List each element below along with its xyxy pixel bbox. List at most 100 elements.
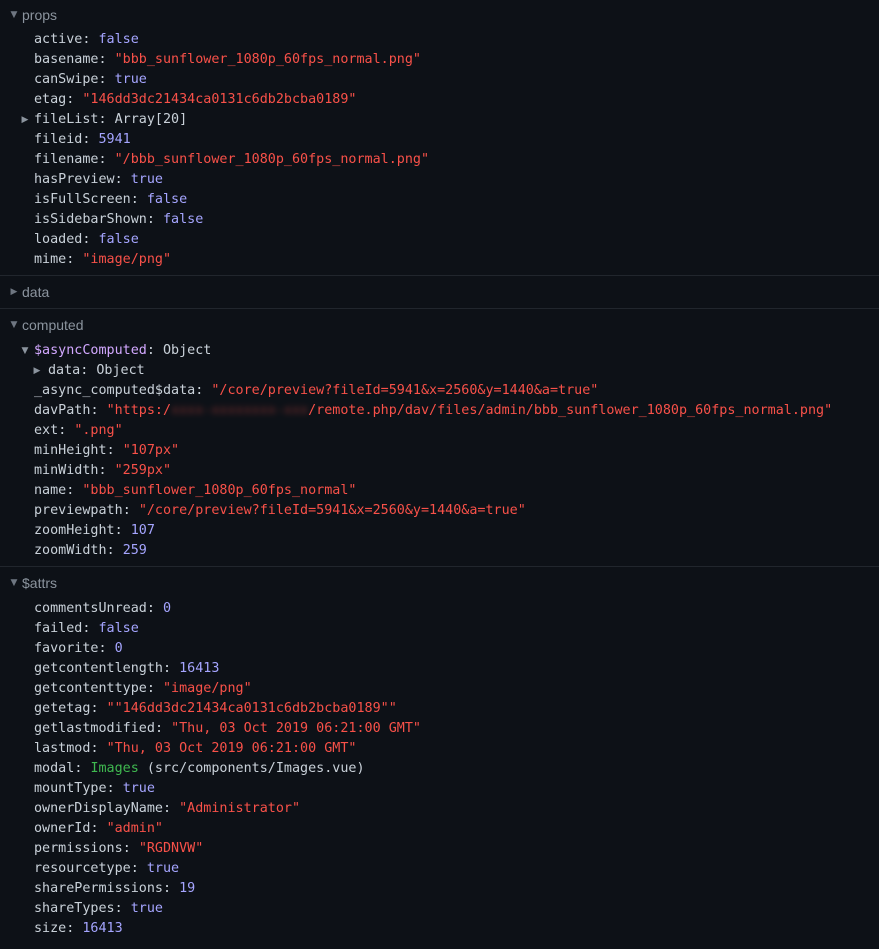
- property-value: true: [130, 172, 163, 187]
- key-separator: :: [82, 132, 99, 147]
- property-value: "image/png": [163, 681, 252, 696]
- property-row-mountType: mountType: true: [0, 779, 879, 799]
- property-row-fileid: fileid: 5941: [0, 130, 879, 150]
- key-separator: :: [146, 212, 163, 227]
- property-key: filename: [34, 152, 99, 167]
- data-section: ▶ data: [0, 276, 879, 309]
- key-separator: :: [66, 921, 83, 936]
- property-key: mime: [34, 252, 67, 267]
- property-value: Images: [90, 761, 139, 776]
- property-key: sharePermissions: [34, 881, 163, 896]
- property-key: shareTypes: [34, 901, 115, 916]
- caret-down-icon: ▼: [10, 320, 18, 330]
- property-key: ownerId: [34, 821, 91, 836]
- key-separator: :: [154, 721, 172, 736]
- property-row-canSwipe: canSwipe: true: [0, 70, 879, 90]
- data-section-title: data: [22, 284, 50, 300]
- attrs-section-header[interactable]: ▼ $attrs: [0, 567, 879, 599]
- key-separator: :: [90, 701, 107, 716]
- property-value: "/core/preview?fileId=5941&x=2560&y=1440…: [138, 503, 526, 518]
- key-separator: :: [90, 821, 107, 836]
- key-separator: :: [163, 881, 180, 896]
- caret-right-icon[interactable]: ▶: [18, 110, 32, 130]
- property-value: ""146dd3dc21434ca0131c6db2bcba0189"": [106, 701, 397, 716]
- property-key: davPath: [34, 403, 91, 418]
- key-separator: :: [58, 423, 75, 438]
- property-row-name: name: "bbb_sunflower_1080p_60fps_normal": [0, 481, 879, 501]
- data-section-header[interactable]: ▶ data: [0, 276, 879, 308]
- property-row-zoomHeight: zoomHeight: 107: [0, 521, 879, 541]
- property-value: false: [98, 232, 139, 247]
- property-row-davPath: davPath: "https:/xxxx-xxxxxxxx-xxx/remot…: [34, 403, 833, 418]
- key-separator: :: [130, 192, 147, 207]
- property-key: zoomWidth: [34, 543, 107, 558]
- computed-section: ▼ computed ▼ $asyncComputed: Object ▶ da…: [0, 309, 879, 567]
- property-value: false: [98, 621, 139, 636]
- key-separator: :: [106, 443, 123, 458]
- property-key: $asyncComputed: [34, 343, 147, 358]
- property-value: Object: [163, 343, 212, 358]
- property-row-minHeight: minHeight: "107px": [0, 441, 879, 461]
- property-value: false: [146, 192, 188, 207]
- computed-section-header[interactable]: ▼ computed: [0, 309, 879, 341]
- property-row-active: active: false: [0, 30, 879, 50]
- key-separator: :: [106, 543, 123, 558]
- property-row-modal: modal: Images (src/components/Images.vue…: [0, 759, 879, 779]
- property-value: true: [114, 72, 147, 87]
- caret-right-icon[interactable]: ▶: [30, 361, 44, 381]
- property-value: "/bbb_sunflower_1080p_60fps_normal.png": [114, 152, 430, 167]
- attrs-section: ▼ $attrs commentsUnread: 0 failed: false f…: [0, 567, 879, 944]
- key-separator: :: [146, 601, 163, 616]
- property-row-getetag: getetag: ""146dd3dc21434ca0131c6db2bcba0…: [0, 699, 879, 719]
- property-row-data[interactable]: ▶ data: Object: [0, 361, 879, 381]
- property-row-fileList[interactable]: ▶ fileList: Array[20]: [0, 110, 879, 130]
- property-row-filename: filename: "/bbb_sunflower_1080p_60fps_no…: [0, 150, 879, 170]
- property-value: 16413: [82, 921, 123, 936]
- key-separator: :: [106, 781, 123, 796]
- caret-down-icon[interactable]: ▼: [18, 341, 32, 361]
- caret-right-icon: ▶: [10, 287, 18, 297]
- property-key: etag: [34, 92, 67, 107]
- property-key: getcontenttype: [34, 681, 147, 696]
- key-separator: :: [66, 483, 83, 498]
- property-key: basename: [34, 52, 99, 67]
- props-section-header[interactable]: ▼ props: [0, 0, 879, 30]
- property-key: name: [34, 483, 67, 498]
- property-value: 107: [130, 523, 155, 538]
- attrs-section-title: $attrs: [22, 575, 58, 591]
- property-key: favorite: [34, 641, 99, 656]
- key-separator: :: [98, 112, 115, 127]
- property-row-ownerId: ownerId: "admin": [0, 819, 879, 839]
- key-separator: :: [82, 232, 99, 247]
- property-row-favorite: favorite: 0: [0, 639, 879, 659]
- key-separator: :: [122, 841, 139, 856]
- property-value: "Administrator": [179, 801, 301, 816]
- property-value: "bbb_sunflower_1080p_60fps_normal": [82, 483, 357, 498]
- key-separator: :: [74, 761, 91, 776]
- computed-list: ▼ $asyncComputed: Object ▶ data: Object …: [0, 341, 879, 566]
- property-value: Object: [96, 363, 145, 378]
- property-key: isFullScreen: [34, 192, 131, 207]
- property-row-sharePermissions: sharePermissions: 19: [0, 879, 879, 899]
- property-key: zoomHeight: [34, 523, 115, 538]
- property-row-lastmod: lastmod: "Thu, 03 Oct 2019 06:21:00 GMT": [0, 739, 879, 759]
- key-separator: :: [98, 72, 115, 87]
- property-key: canSwipe: [34, 72, 99, 87]
- property-row-asyncComputed[interactable]: ▼ $asyncComputed: Object: [0, 341, 879, 361]
- property-row-hasPreview: hasPreview: true: [0, 170, 879, 190]
- property-row-getcontentlength: getcontentlength: 16413: [0, 659, 879, 679]
- property-row-shareTypes: shareTypes: true: [0, 899, 879, 919]
- property-row-zoomWidth: zoomWidth: 259: [0, 541, 879, 561]
- property-value: false: [98, 32, 139, 47]
- props-section: ▼ props active: false basename: "bbb_sunf…: [0, 0, 879, 276]
- property-row-commentsUnread: commentsUnread: 0: [0, 599, 879, 619]
- key-separator: :: [163, 801, 180, 816]
- props-section-title: props: [22, 7, 58, 23]
- key-separator: :: [122, 503, 139, 518]
- property-key: _async_computed$data: [34, 383, 196, 398]
- key-separator: :: [130, 861, 147, 876]
- property-key: active: [34, 32, 83, 47]
- key-separator: :: [114, 523, 131, 538]
- property-key: failed: [34, 621, 83, 636]
- property-key: getcontentlength: [34, 661, 163, 676]
